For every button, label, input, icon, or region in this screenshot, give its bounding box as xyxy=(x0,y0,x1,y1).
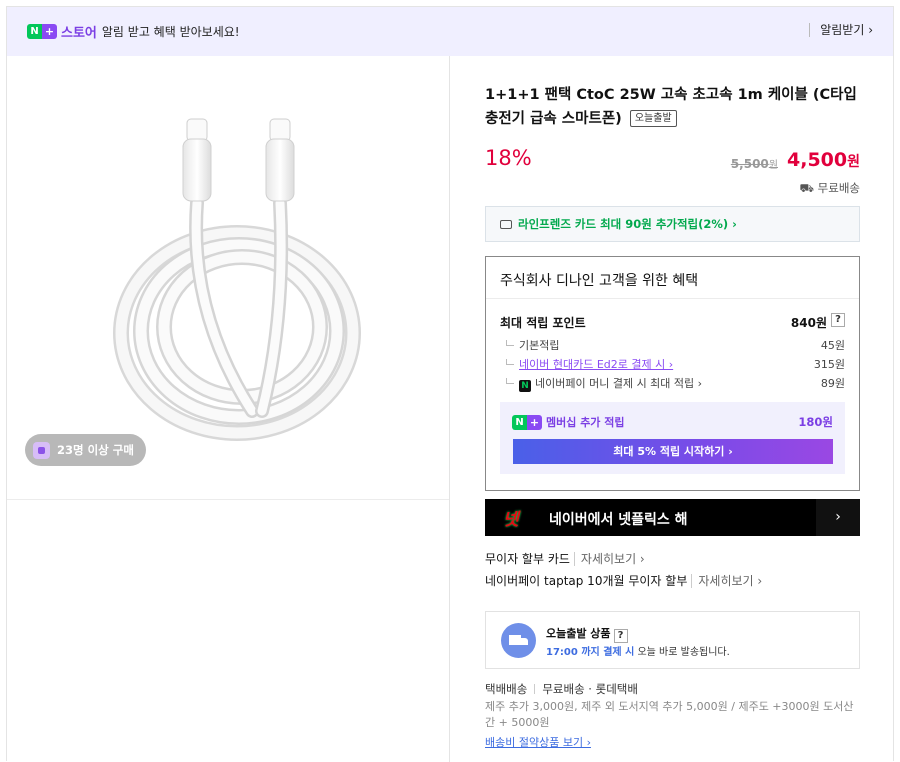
membership-value: 180원 xyxy=(798,415,833,429)
membership-box: N + 멤버십 추가 적립 180원 최대 5% 적립 시작하기 › xyxy=(500,402,845,474)
naver-plus-icon: N + xyxy=(512,414,542,430)
start-membership-button[interactable]: 최대 5% 적립 시작하기 › xyxy=(513,439,833,464)
card-benefit-banner[interactable]: 라인프렌즈 카드 최대 90원 추가적립(2%) › xyxy=(485,206,860,242)
taptap-more-link[interactable]: 자세히보기 › xyxy=(691,574,763,588)
banner-text: 알림 받고 혜택 받아보세요! xyxy=(101,25,240,39)
product-gallery: 23명 이상 구매 xyxy=(7,56,450,762)
sale-price: 4,500원 xyxy=(787,149,860,171)
help-icon[interactable]: ? xyxy=(831,313,845,327)
customer-benefit-box: 주식회사 디나인 고객을 위한 혜택 최대 적립 포인트 840원 ? 기본적립… xyxy=(485,256,860,491)
naver-plus-logo: N + xyxy=(27,24,57,39)
subscribe-alert-link[interactable]: 알림받기 › xyxy=(809,23,873,37)
chevron-right-icon[interactable]: › xyxy=(816,499,860,536)
divider xyxy=(486,298,859,299)
netflix-logo: 넷 xyxy=(503,510,519,530)
buyer-count-pill: 23명 이상 구매 xyxy=(25,434,146,466)
help-icon[interactable]: ? xyxy=(613,629,628,643)
max-points-row: 최대 적립 포인트 840원 ? xyxy=(500,313,845,331)
max-points-value: 840원 xyxy=(790,316,827,330)
buyer-count-label: 23명 이상 구매 xyxy=(57,443,134,457)
shipping-method: 택배배송 무료배송 · 롯데택배 xyxy=(485,682,638,696)
naverpay-money-link[interactable]: 네이버페이 머니 결제 시 최대 적립 › xyxy=(535,377,702,390)
truck-icon: ⛟ xyxy=(799,181,815,195)
credit-card-icon xyxy=(500,219,512,229)
product-page: N + 스토어 알림 받고 혜택 받아보세요! 알림받기 › 23명 이상 구매… xyxy=(6,6,894,762)
netflix-text: 네이버에서 넷플릭스 해 xyxy=(549,512,688,528)
usb-c-cable-image xyxy=(113,118,361,441)
discount-rate: 18% xyxy=(485,146,532,170)
delivery-truck-icon xyxy=(501,623,536,658)
today-shipping-tag: 오늘출발 xyxy=(629,110,677,127)
naverpay-icon: N xyxy=(519,380,531,392)
bag-icon xyxy=(33,441,50,459)
original-price: 5,500원 xyxy=(730,157,778,171)
installment-more-link[interactable]: 자세히보기 › xyxy=(573,552,645,566)
shipping-saver-link[interactable]: 배송비 절약상품 보기 › xyxy=(485,734,591,750)
points-row-naverpay: N 네이버페이 머니 결제 시 최대 적립 › 89원 xyxy=(506,375,845,392)
hyundai-card-link[interactable]: 네이버 현대카드 Ed2로 결제 시 › xyxy=(519,358,673,371)
dispatch-subtext: 17:00 까지 결제 시 오늘 바로 발송됩니다. xyxy=(546,647,730,658)
free-shipping-label: ⛟ 무료배송 xyxy=(799,181,860,195)
taptap-row: 네이버페이 taptap 10개월 무이자 할부 자세히보기 › xyxy=(485,574,763,588)
card-benefit-text: 라인프렌즈 카드 최대 90원 추가적립(2%) › xyxy=(518,217,737,231)
dispatch-title: 오늘출발 상품? xyxy=(546,625,628,643)
store-label: 스토어 xyxy=(61,26,97,41)
points-row-card: 네이버 현대카드 Ed2로 결제 시 › 315원 xyxy=(506,356,845,372)
product-title: 1+1+1 팬택 CtoC 25W 고속 초고속 1m 케이블 (C타입 충전기… xyxy=(485,87,857,127)
membership-label: N + 멤버십 추가 적립 xyxy=(512,414,625,430)
benefit-title: 주식회사 디나인 고객을 위한 혜택 xyxy=(500,273,699,289)
shipping-detail: 제주 추가 3,000원, 제주 외 도서지역 추가 5,000원 / 제주도 … xyxy=(485,700,854,729)
today-dispatch-box: 오늘출발 상품? 17:00 까지 결제 시 오늘 바로 발송됩니다. xyxy=(485,611,860,669)
points-row-basic: 기본적립 45원 xyxy=(506,337,845,353)
store-alert-banner: N + 스토어 알림 받고 혜택 받아보세요! 알림받기 › xyxy=(7,7,893,56)
product-image[interactable]: 23명 이상 구매 xyxy=(7,56,449,500)
netflix-banner[interactable]: 넷 네이버에서 넷플릭스 해 › xyxy=(485,499,860,536)
installment-row: 무이자 할부 카드 자세히보기 › xyxy=(485,552,645,566)
